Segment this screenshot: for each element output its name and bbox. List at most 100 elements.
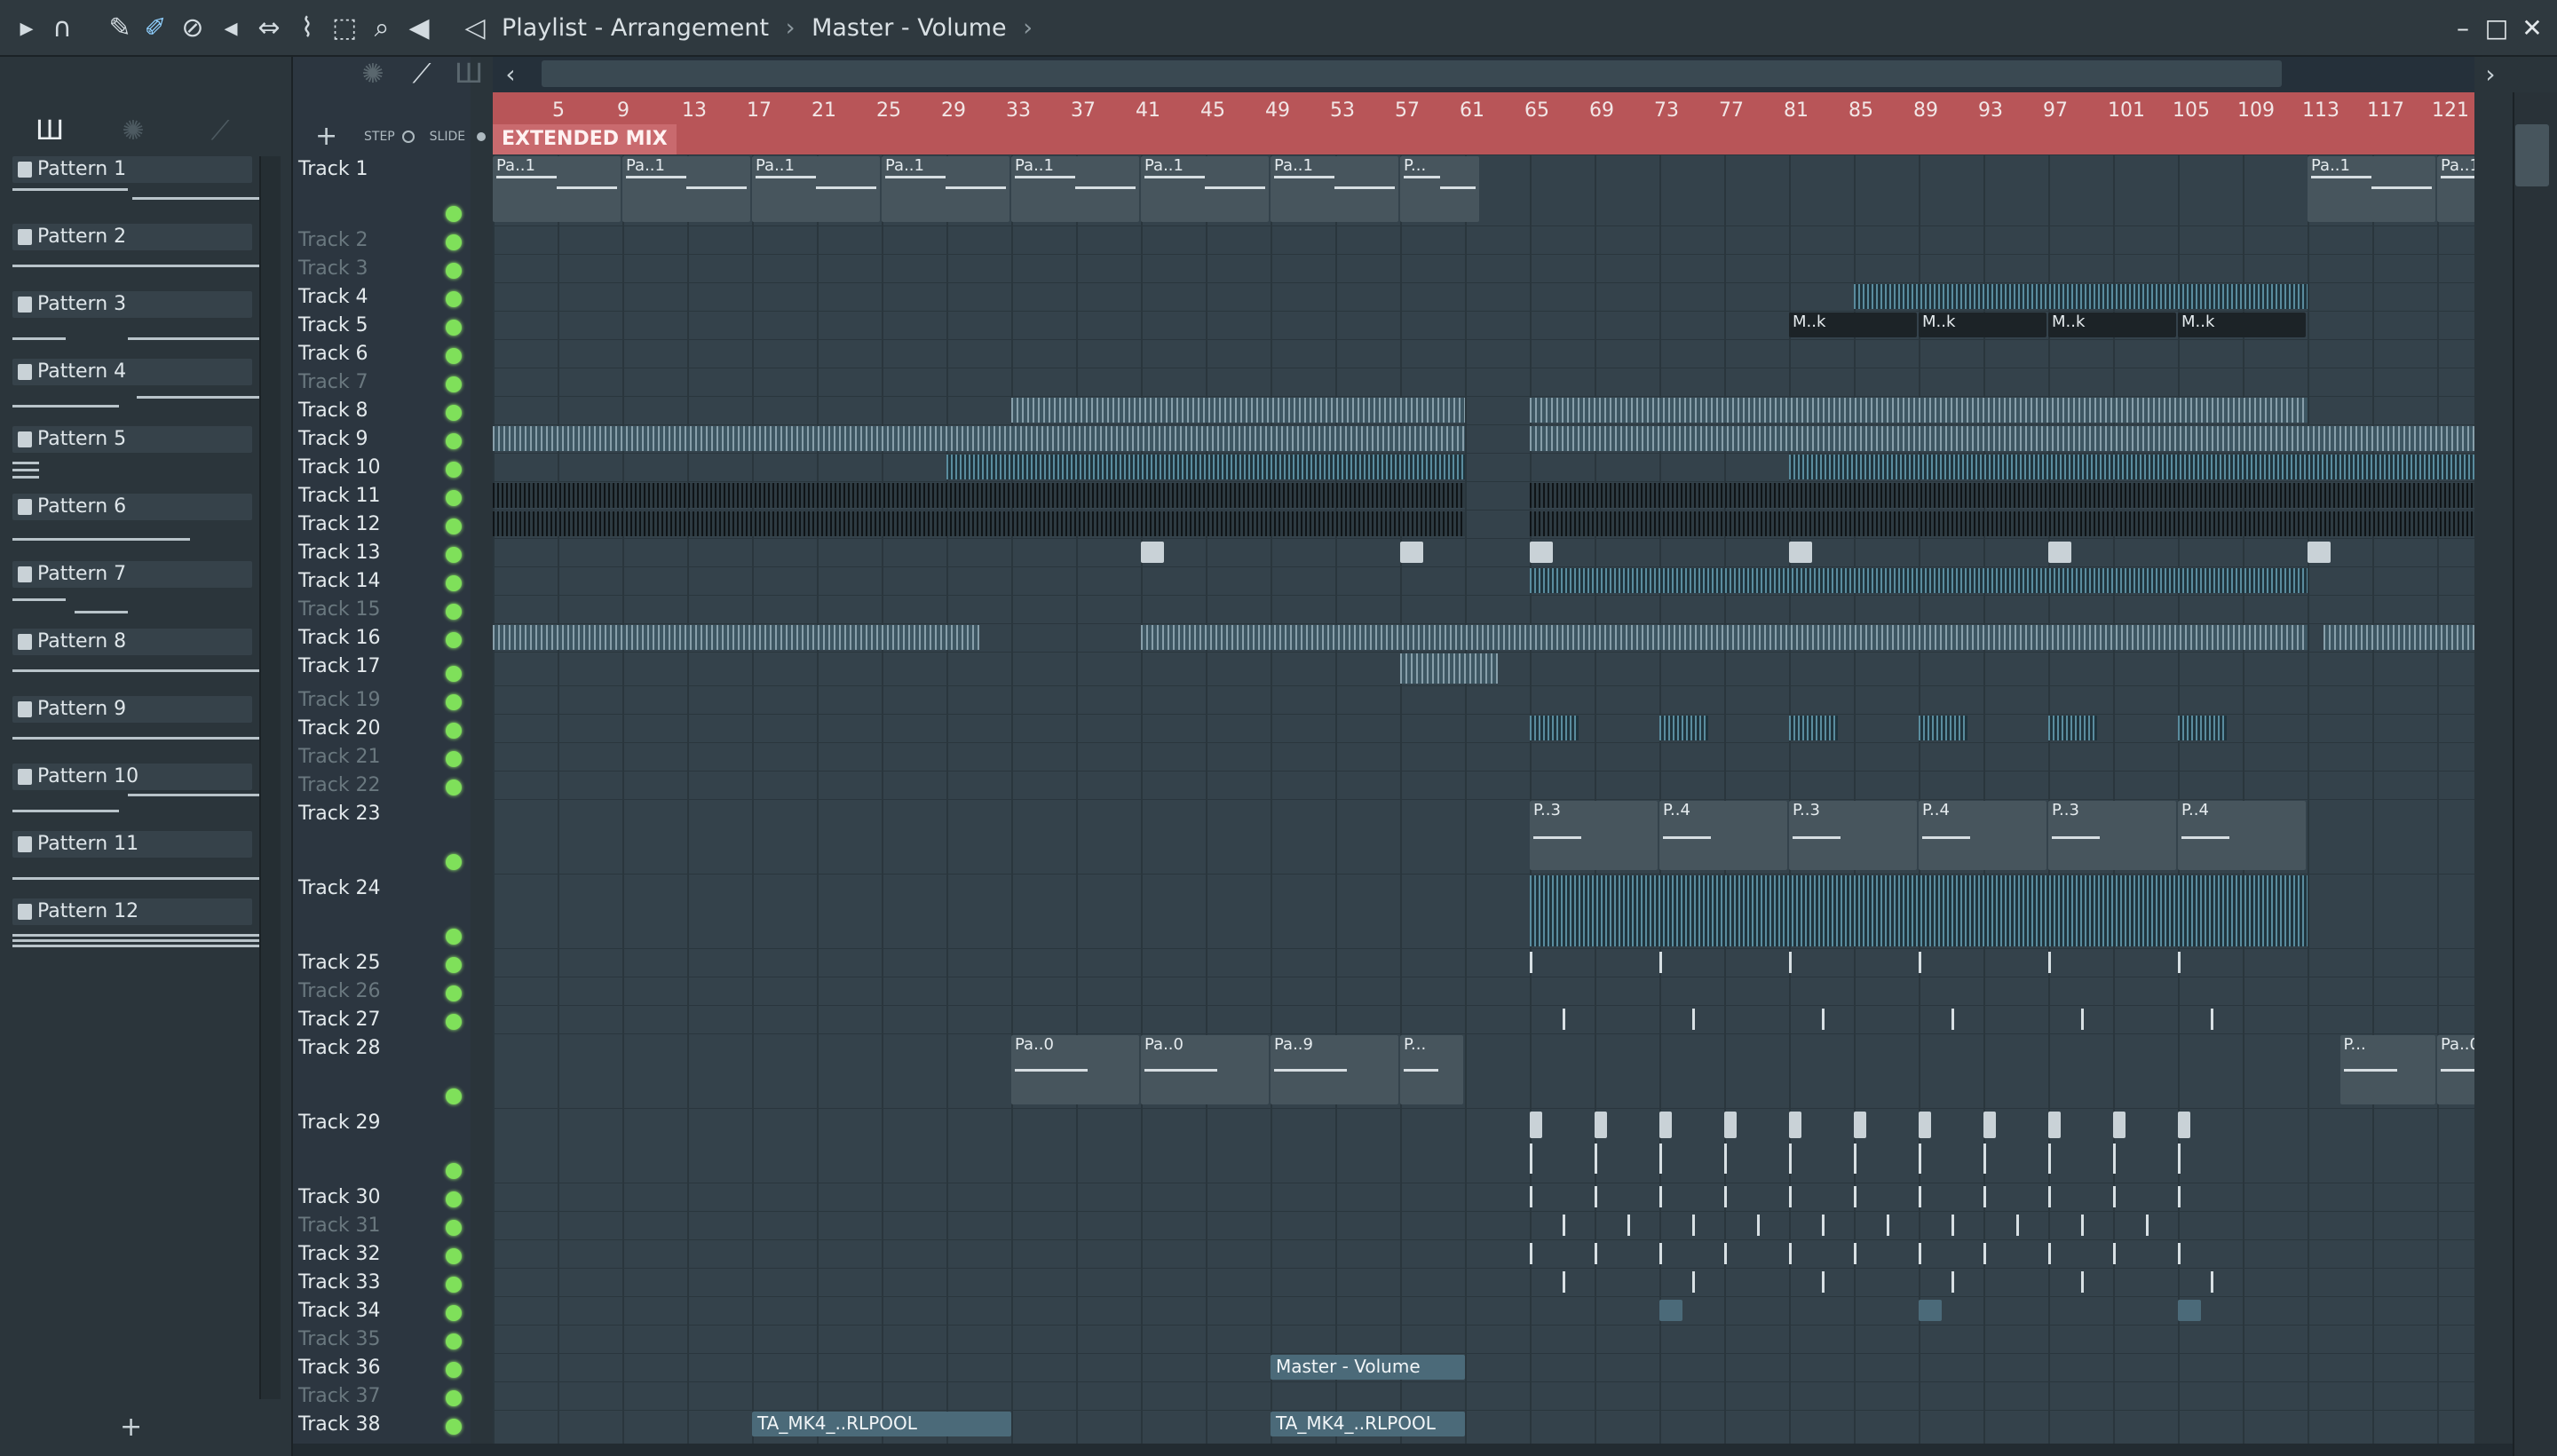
- track-header[interactable]: Track 33: [293, 1270, 471, 1298]
- track-enable-led[interactable]: [446, 1014, 462, 1030]
- track-header[interactable]: Track 19: [293, 687, 471, 716]
- breadcrumb-master-volume[interactable]: Master - Volume: [811, 14, 1007, 42]
- pattern-clip[interactable]: P..4: [1919, 801, 2046, 870]
- audio-clip[interactable]: [1530, 511, 2474, 536]
- track-lock-icon[interactable]: [446, 1362, 462, 1378]
- track-header[interactable]: Track 36: [293, 1355, 471, 1383]
- audio-hit[interactable]: [1659, 1243, 1662, 1264]
- pattern-clip[interactable]: Pa..1: [2308, 156, 2435, 222]
- pattern-clip[interactable]: [1141, 542, 1164, 563]
- track-header[interactable]: Track 34: [293, 1298, 471, 1326]
- audio-clip[interactable]: M..k: [1919, 313, 2046, 337]
- pattern-clip[interactable]: P..3: [2048, 801, 2176, 870]
- audio-clip[interactable]: [1400, 653, 1498, 684]
- track-header[interactable]: Track 8: [293, 398, 471, 426]
- track-header[interactable]: Track 14: [293, 568, 471, 597]
- pattern-list-scrollbar[interactable]: [259, 156, 281, 1399]
- timeline-ruler[interactable]: 5 9 13 17 21 25 29 33 37 41 45 49 53 57 61 65 69 73 77 81 85…: [493, 92, 2474, 154]
- track-enable-led[interactable]: [446, 632, 462, 648]
- track-enable-led[interactable]: [446, 1220, 462, 1236]
- track-enable-led[interactable]: [446, 234, 462, 250]
- track-header[interactable]: Track 22: [293, 772, 471, 801]
- pattern-clip[interactable]: Pa..0: [1141, 1035, 1269, 1104]
- audio-hit[interactable]: [1919, 1143, 1921, 1174]
- wave-icon[interactable]: ✺: [355, 57, 391, 92]
- audio-hit[interactable]: [1724, 1143, 1727, 1174]
- track-enable-led[interactable]: [446, 723, 462, 739]
- pattern-clip[interactable]: P..4: [2178, 801, 2306, 870]
- track-enable-led[interactable]: [446, 433, 462, 449]
- pattern-clip[interactable]: Pa..9: [1271, 1035, 1398, 1104]
- audio-hit[interactable]: [2113, 1243, 2116, 1264]
- pattern-item[interactable]: Pattern 5: [12, 426, 252, 494]
- pattern-clip[interactable]: [1983, 1112, 1996, 1138]
- audio-clip[interactable]: M..k: [2178, 313, 2306, 337]
- audio-clip[interactable]: [1530, 483, 2474, 508]
- audio-hit[interactable]: [1691, 1215, 1695, 1236]
- pattern-clip[interactable]: [2048, 542, 2071, 563]
- track-header[interactable]: Track 15: [293, 597, 471, 625]
- pattern-clip[interactable]: Pa..0: [1011, 1035, 1139, 1104]
- track-enable-led[interactable]: [446, 854, 462, 870]
- overview-scroll-thumb[interactable]: [542, 60, 2282, 87]
- audio-clip[interactable]: [946, 455, 1465, 479]
- track-header[interactable]: Track 21: [293, 744, 471, 772]
- audio-hit[interactable]: [1854, 1243, 1856, 1264]
- track-header[interactable]: Track 29: [293, 1110, 471, 1184]
- track-header[interactable]: Track 11: [293, 483, 471, 511]
- track-enable-led[interactable]: [446, 320, 462, 336]
- automation-clips-icon[interactable]: ⟋: [202, 114, 238, 149]
- pattern-clip[interactable]: [2048, 1112, 2061, 1138]
- pattern-clip[interactable]: [1724, 1112, 1737, 1138]
- audio-hit[interactable]: [2178, 952, 2181, 973]
- add-track-button[interactable]: +: [315, 121, 337, 152]
- pattern-item[interactable]: Pattern 11: [12, 831, 261, 898]
- track-enable-led[interactable]: [446, 518, 462, 534]
- audio-clip-ta-mk4[interactable]: TA_MK4_..RLPOOL: [1271, 1412, 1465, 1436]
- zoom-icon[interactable]: ⌕: [364, 11, 400, 46]
- audio-hit[interactable]: [2113, 1186, 2116, 1207]
- track-header[interactable]: Track 24: [293, 875, 471, 950]
- pattern-header[interactable]: Pattern 12: [12, 898, 252, 925]
- audio-hit[interactable]: [1951, 1215, 1954, 1236]
- audio-clip[interactable]: [1919, 1300, 1942, 1321]
- pattern-clip[interactable]: Pa..1: [2437, 156, 2474, 222]
- audio-hit[interactable]: [1659, 1186, 1662, 1207]
- audio-clip[interactable]: [2178, 1300, 2201, 1321]
- pattern-clip[interactable]: [1400, 542, 1423, 563]
- pattern-clip[interactable]: Pa..0: [2437, 1035, 2474, 1104]
- track-header[interactable]: Track 6: [293, 341, 471, 369]
- track-enable-led[interactable]: [446, 957, 462, 973]
- track-enable-led[interactable]: [446, 779, 462, 795]
- audio-clip[interactable]: [493, 511, 1465, 536]
- pattern-header[interactable]: Pattern 1: [12, 156, 252, 183]
- pattern-header[interactable]: Pattern 9: [12, 696, 252, 723]
- track-enable-led[interactable]: [446, 929, 462, 945]
- pattern-clip[interactable]: P...: [1400, 1035, 1463, 1104]
- pattern-clip[interactable]: [1789, 542, 1812, 563]
- pattern-header[interactable]: Pattern 4: [12, 359, 252, 385]
- audio-hit[interactable]: [2080, 1215, 2084, 1236]
- audio-hit[interactable]: [2178, 1186, 2181, 1207]
- mute-icon[interactable]: ◂: [213, 11, 249, 46]
- track-enable-led[interactable]: [446, 263, 462, 279]
- pattern-clip[interactable]: Pa..1: [882, 156, 1009, 222]
- track-header[interactable]: Track 37: [293, 1383, 471, 1412]
- track-enable-led[interactable]: [446, 1333, 462, 1349]
- audio-hit[interactable]: [1530, 1143, 1532, 1174]
- audio-hit[interactable]: [1562, 1215, 1565, 1236]
- maximize-button[interactable]: □: [2482, 12, 2511, 44]
- track-enable-led[interactable]: [446, 751, 462, 767]
- step-toggle[interactable]: [402, 131, 416, 143]
- audio-hit[interactable]: [1983, 1186, 1986, 1207]
- audio-hit[interactable]: [1562, 1009, 1565, 1030]
- track-header[interactable]: Track 2: [293, 227, 471, 256]
- pattern-item[interactable]: Pattern 10: [12, 764, 261, 831]
- audio-hit[interactable]: [1789, 952, 1792, 973]
- track-enable-led[interactable]: [446, 985, 462, 1001]
- track-enable-led[interactable]: [446, 376, 462, 392]
- audio-clip[interactable]: [1530, 568, 2308, 593]
- track-header[interactable]: Track 28: [293, 1035, 471, 1110]
- audio-hit[interactable]: [1530, 1243, 1532, 1264]
- pattern-clip[interactable]: Pa..1: [1141, 156, 1269, 222]
